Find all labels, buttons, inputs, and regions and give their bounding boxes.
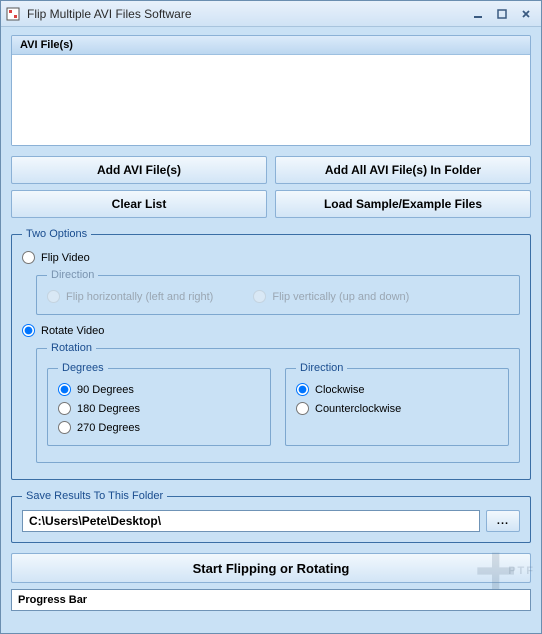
deg-180-radio[interactable] (58, 402, 71, 415)
flip-horizontal-row: Flip horizontally (left and right) (47, 287, 213, 306)
clockwise-radio[interactable] (296, 383, 309, 396)
minimize-button[interactable] (467, 5, 489, 23)
load-sample-button[interactable]: Load Sample/Example Files (275, 190, 531, 218)
rotate-video-radio-row[interactable]: Rotate Video (22, 321, 520, 340)
save-folder-legend: Save Results To This Folder (22, 490, 167, 502)
save-path-input[interactable] (22, 510, 480, 532)
clear-list-button[interactable]: Clear List (11, 190, 267, 218)
close-button[interactable] (515, 5, 537, 23)
file-list-header: AVI File(s) (12, 36, 530, 55)
deg-270-radio[interactable] (58, 421, 71, 434)
titlebar: Flip Multiple AVI Files Software (1, 1, 541, 27)
deg-270-row[interactable]: 270 Degrees (58, 418, 260, 437)
browse-button[interactable]: ... (486, 510, 520, 532)
rotate-video-radio[interactable] (22, 324, 35, 337)
rotate-direction-group: Direction Clockwise Counterclockwise (285, 362, 509, 446)
button-row-2: Clear List Load Sample/Example Files (11, 190, 531, 218)
flip-video-label[interactable]: Flip Video (41, 252, 90, 264)
deg-270-label[interactable]: 270 Degrees (77, 422, 140, 434)
file-list-panel: AVI File(s) (11, 35, 531, 146)
add-files-button[interactable]: Add AVI File(s) (11, 156, 267, 184)
progress-bar: Progress Bar (11, 589, 531, 611)
flip-direction-group: Direction Flip horizontally (left and ri… (36, 269, 520, 315)
clockwise-row[interactable]: Clockwise (296, 380, 498, 399)
start-button[interactable]: Start Flipping or Rotating (11, 553, 531, 583)
two-options-legend: Two Options (22, 228, 91, 240)
maximize-button[interactable] (491, 5, 513, 23)
deg-180-label[interactable]: 180 Degrees (77, 403, 140, 415)
flip-vertical-radio (253, 290, 266, 303)
file-list[interactable] (12, 55, 530, 145)
app-icon (5, 6, 21, 22)
counterclockwise-label[interactable]: Counterclockwise (315, 403, 401, 415)
counterclockwise-row[interactable]: Counterclockwise (296, 399, 498, 418)
flip-video-radio-row[interactable]: Flip Video (22, 248, 520, 267)
window-title: Flip Multiple AVI Files Software (27, 7, 465, 21)
add-folder-button[interactable]: Add All AVI File(s) In Folder (275, 156, 531, 184)
app-window: Flip Multiple AVI Files Software AVI Fil… (0, 0, 542, 634)
flip-vertical-row: Flip vertically (up and down) (253, 287, 409, 306)
flip-direction-legend: Direction (47, 269, 98, 281)
button-row-1: Add AVI File(s) Add All AVI File(s) In F… (11, 156, 531, 184)
counterclockwise-radio[interactable] (296, 402, 309, 415)
deg-90-label[interactable]: 90 Degrees (77, 384, 134, 396)
clockwise-label[interactable]: Clockwise (315, 384, 365, 396)
content-area: AVI File(s) Add AVI File(s) Add All AVI … (1, 27, 541, 619)
two-options-group: Two Options Flip Video Direction Flip ho… (11, 228, 531, 480)
deg-90-row[interactable]: 90 Degrees (58, 380, 260, 399)
flip-horizontal-radio (47, 290, 60, 303)
deg-180-row[interactable]: 180 Degrees (58, 399, 260, 418)
rotate-direction-legend: Direction (296, 362, 347, 374)
flip-video-radio[interactable] (22, 251, 35, 264)
progress-label: Progress Bar (18, 594, 87, 606)
rotation-group: Rotation Degrees 90 Degrees 180 Degrees (36, 342, 520, 463)
degrees-group: Degrees 90 Degrees 180 Degrees 270 Degre… (47, 362, 271, 446)
save-folder-group: Save Results To This Folder ... (11, 490, 531, 543)
rotate-video-label[interactable]: Rotate Video (41, 325, 104, 337)
flip-vertical-label: Flip vertically (up and down) (272, 291, 409, 303)
rotation-legend: Rotation (47, 342, 96, 354)
degrees-legend: Degrees (58, 362, 108, 374)
flip-horizontal-label: Flip horizontally (left and right) (66, 291, 213, 303)
deg-90-radio[interactable] (58, 383, 71, 396)
